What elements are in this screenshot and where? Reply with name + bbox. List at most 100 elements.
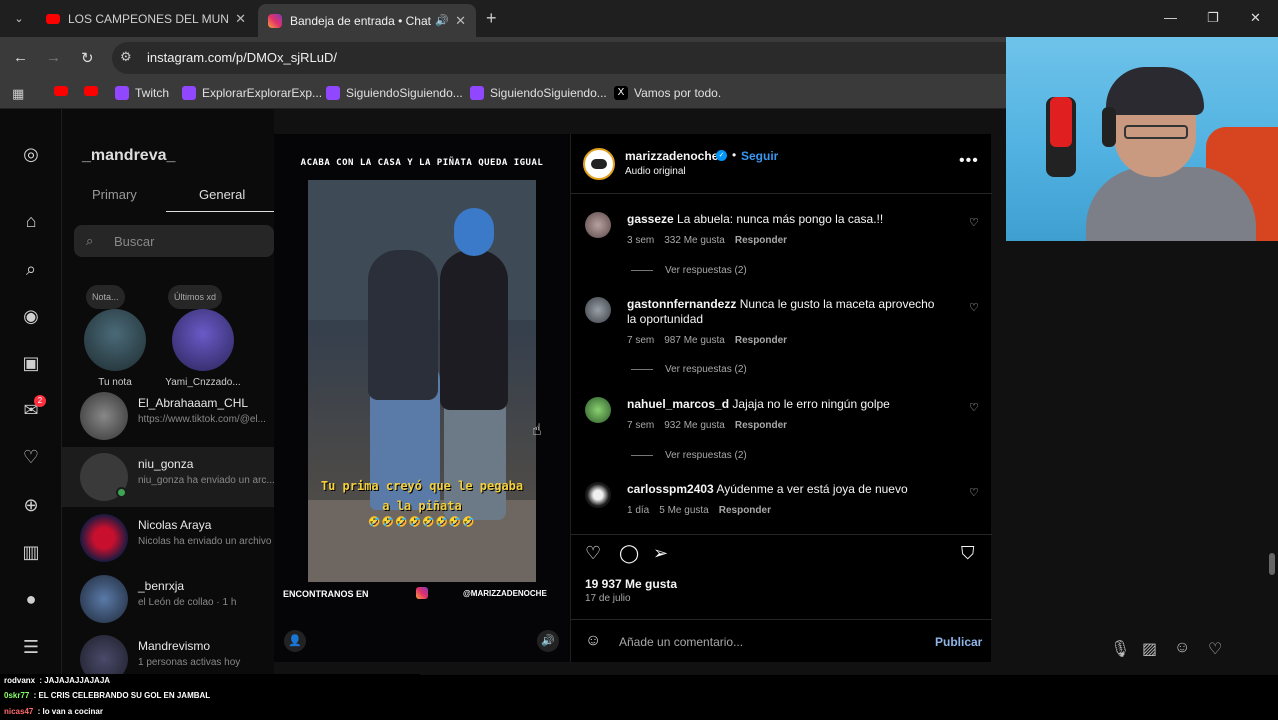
comment-age: 1 día [627, 505, 650, 516]
reply-button[interactable]: Responder [719, 505, 771, 516]
view-replies-button[interactable]: Ver respuestas (2) [631, 265, 747, 276]
bookmark-siguiendo-1[interactable]: SiguiendoSiguiendo... [326, 86, 463, 100]
reply-button[interactable]: Responder [735, 420, 787, 431]
close-tab-icon[interactable]: ✕ [455, 13, 466, 29]
image-icon[interactable]: ▨ [1142, 639, 1157, 659]
reply-button[interactable]: Responder [735, 335, 787, 346]
comment-username[interactable]: nahuel_marcos_d [627, 397, 729, 411]
bookmark-twitch[interactable]: Twitch [115, 86, 169, 100]
comment-meta: 7 sem 932 Me gusta Responder [627, 420, 797, 431]
tab-search-icon[interactable]: ⌄ [8, 8, 30, 30]
home-icon[interactable]: ⌂ [20, 210, 42, 232]
comment-username[interactable]: carlosspm2403 [627, 482, 714, 496]
tab-general[interactable]: General [199, 187, 245, 202]
bookmark-siguiendo-2[interactable]: SiguiendoSiguiendo... [470, 86, 607, 100]
view-replies-button[interactable]: Ver respuestas (2) [631, 364, 747, 375]
comment-username[interactable]: gastonnfernandezz [627, 297, 736, 311]
post-details: marizzadenoche ✓ • Seguir Audio original… [570, 134, 992, 662]
comment-likes[interactable]: 932 Me gusta [664, 420, 725, 431]
author-name[interactable]: marizzadenoche [625, 149, 718, 163]
share-icon[interactable]: ➢ [653, 543, 668, 564]
reply-button[interactable]: Responder [735, 235, 787, 246]
tab-primary[interactable]: Primary [92, 187, 137, 202]
bookmark-x[interactable]: X Vamos por todo. [614, 86, 721, 100]
avatar[interactable] [585, 297, 611, 323]
comment-text: gasseze La abuela: nunca más pongo la ca… [627, 212, 947, 227]
like-comment-icon[interactable]: ♡ [969, 401, 979, 414]
chat-item[interactable]: El_Abrahaaam_CHL https://www.tiktok.com/… [62, 386, 274, 446]
bookmark-youtube-2[interactable] [84, 86, 104, 96]
bookmark-explorar[interactable]: ExplorarExplorarExp... [182, 86, 322, 100]
apps-grid-icon[interactable]: ▦ [12, 86, 24, 102]
create-icon[interactable]: ⊕ [20, 494, 42, 516]
menu-icon[interactable]: ☰ [20, 636, 42, 658]
like-comment-icon[interactable]: ♡ [969, 216, 979, 229]
profile-icon[interactable]: ● [20, 588, 42, 610]
avatar [80, 575, 128, 623]
reload-icon[interactable]: ↻ [81, 49, 94, 67]
tagged-user-icon[interactable]: 👤 [284, 630, 306, 652]
tab-instagram[interactable]: Bandeja de entrada • Chats 🔊 ✕ [258, 4, 476, 37]
instagram-logo-icon[interactable]: ◎ [20, 143, 42, 165]
publish-button[interactable]: Publicar [935, 635, 982, 649]
stream-chat-message: lo van a cocinar [42, 707, 103, 716]
author-avatar[interactable] [583, 148, 615, 180]
speaker-icon[interactable]: 🔊 [435, 14, 449, 27]
dashboard-icon[interactable]: ▥ [20, 541, 42, 563]
more-options-icon[interactable]: ••• [959, 152, 979, 170]
microphone-icon[interactable]: 🎙 [1110, 639, 1130, 659]
avatar[interactable] [585, 212, 611, 238]
comment-username[interactable]: gasseze [627, 212, 674, 226]
likes-count[interactable]: 19 937 Me gusta [585, 577, 677, 591]
comment-likes[interactable]: 5 Me gusta [659, 505, 708, 516]
like-comment-icon[interactable]: ♡ [969, 301, 979, 314]
minimize-icon[interactable]: — [1164, 10, 1177, 25]
search-input[interactable]: ⌕ Buscar [74, 225, 274, 257]
chat-item[interactable]: niu_gonza niu_gonza ha enviado un arc... [62, 447, 274, 507]
chat-item[interactable]: Nicolas Araya Nicolas ha enviado un arch… [62, 508, 274, 568]
comment-likes[interactable]: 332 Me gusta [664, 235, 725, 246]
scrollbar-thumb[interactable] [1269, 553, 1275, 575]
sticker-icon[interactable]: ☺ [1174, 639, 1190, 657]
youtube-icon [54, 86, 68, 96]
bookmark-label: ExplorarExplorarExp... [202, 86, 323, 100]
site-info-icon[interactable]: ⚙ [120, 49, 132, 65]
like-icon[interactable]: ♡ [585, 543, 601, 564]
emoji-icon[interactable]: ☺ [585, 632, 601, 650]
explore-icon[interactable]: ◉ [20, 305, 42, 327]
volume-icon[interactable]: 🔊 [537, 630, 559, 652]
view-replies-button[interactable]: Ver respuestas (2) [631, 450, 747, 461]
comment-likes[interactable]: 987 Me gusta [664, 335, 725, 346]
verified-icon: ✓ [716, 150, 727, 161]
chat-item[interactable]: _benrxja el León de collao · 1 h [62, 569, 274, 629]
view-replies-label: Ver respuestas (2) [665, 450, 747, 461]
save-icon[interactable]: ⛉ [961, 543, 975, 564]
chat-name: El_Abrahaaam_CHL [138, 396, 249, 410]
back-icon[interactable]: ← [13, 49, 28, 66]
notifications-icon[interactable]: ♡ [20, 446, 42, 468]
heart-icon[interactable]: ♡ [1208, 639, 1222, 659]
forward-icon[interactable]: → [46, 49, 61, 66]
tab-youtube[interactable]: LOS CAMPEONES DEL MUNDO ✕ [36, 4, 256, 34]
post-video[interactable]: ACABA CON LA CASA Y LA PIÑATA QUEDA IGUA… [274, 134, 570, 662]
new-tab-button[interactable]: + [486, 8, 497, 29]
like-comment-icon[interactable]: ♡ [969, 486, 979, 499]
comment-icon[interactable]: ◯ [619, 543, 639, 564]
view-replies-label: Ver respuestas (2) [665, 265, 747, 276]
follow-button[interactable]: Seguir [741, 149, 778, 163]
avatar[interactable] [585, 482, 611, 508]
reels-icon[interactable]: ▣ [20, 352, 42, 374]
avatar[interactable] [585, 397, 611, 423]
comment-input[interactable]: Añade un comentario... [619, 635, 743, 649]
bookmark-youtube-1[interactable] [54, 86, 74, 96]
close-window-icon[interactable]: ✕ [1250, 10, 1261, 26]
close-tab-icon[interactable]: ✕ [235, 11, 246, 27]
address-bar[interactable]: ⚙ instagram.com/p/DMOx_sjRLuD/ [112, 42, 1006, 74]
url-text[interactable]: instagram.com/p/DMOx_sjRLuD/ [147, 50, 337, 65]
restore-icon[interactable]: ❐ [1207, 10, 1219, 26]
audio-label[interactable]: Audio original [625, 166, 686, 177]
stream-chat-overlay: rodvanx : JAJAJAJJAJAJA 0skr77 : EL CRIS… [0, 674, 420, 720]
search-icon[interactable]: ⌕ [20, 258, 42, 280]
bookmark-label: SiguiendoSiguiendo... [490, 86, 607, 100]
inbox-username[interactable]: _mandreva_ [82, 147, 175, 165]
